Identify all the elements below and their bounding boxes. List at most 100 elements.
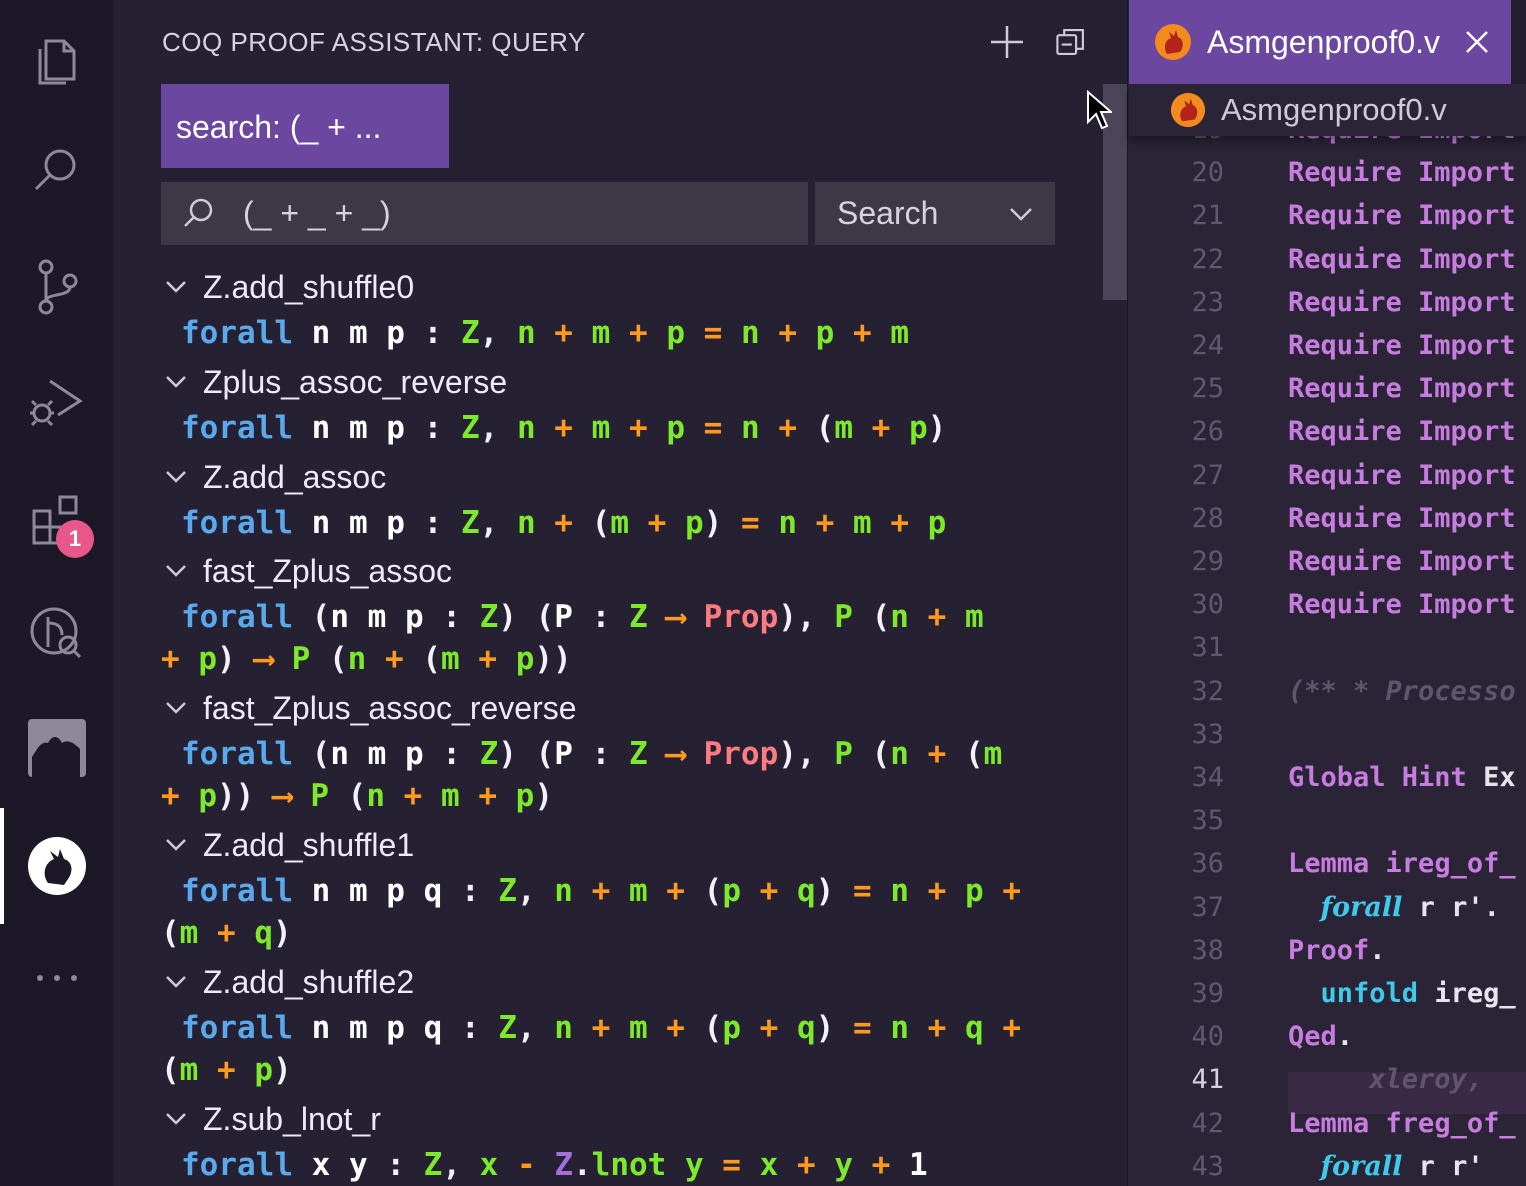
type-token: lnot [591, 1147, 667, 1183]
result-name: Z.add_shuffle1 [203, 826, 415, 863]
breadcrumb[interactable]: Asmgenproof0.v [1129, 84, 1526, 136]
type-token: )) [534, 641, 572, 677]
type-token: + [740, 1010, 797, 1046]
type-token: x [479, 1147, 499, 1183]
ocaml-camel-icon[interactable] [0, 698, 113, 798]
plus-icon [991, 26, 1023, 58]
code-token: Require Import [1288, 200, 1516, 232]
result-header[interactable]: fast_Zplus_assoc_reverse [161, 683, 577, 733]
type-token: ( [703, 873, 723, 909]
code-token: . [1336, 1021, 1354, 1053]
timeline-icon[interactable] [0, 582, 113, 682]
result-type: forall n m p : Z, n + (m + p) = n + m + … [181, 502, 1081, 544]
type-token: n [516, 505, 536, 541]
type-token: m [628, 873, 648, 909]
result-type: + p) ⟶ P (n + (m + p)) [161, 638, 1061, 680]
type-token: Z [554, 1147, 573, 1183]
type-token: ), [778, 736, 835, 772]
code-line: unfold ireg_ [1288, 978, 1516, 1009]
type-token: = [834, 1010, 891, 1046]
type-token: ⟶ [254, 778, 311, 814]
result-header[interactable]: Z.add_assoc [161, 452, 386, 502]
type-token: P [834, 599, 872, 635]
collapse-all-button[interactable] [1051, 22, 1091, 62]
coq-file-icon [1170, 92, 1206, 128]
type-token: m [890, 315, 909, 351]
type-token: )) [217, 778, 255, 814]
type-token: m [441, 641, 460, 677]
type-token: + [834, 315, 891, 351]
panel-title: COQ PROOF ASSISTANT: QUERY [162, 27, 586, 57]
extensions-icon[interactable] [0, 468, 113, 568]
chevron-down-icon [166, 471, 186, 483]
type-token: n [366, 778, 385, 814]
code-token: r r'. [1402, 891, 1500, 923]
query-tab[interactable]: search: (_ + ... [161, 84, 449, 168]
type-token: + [572, 873, 629, 909]
code-line: xleroy, [1288, 1064, 1499, 1095]
result-header[interactable]: Z.add_shuffle1 [161, 820, 414, 870]
type-token: n [890, 736, 909, 772]
type-token: Z [460, 410, 480, 446]
code-line: forall r r'. [1288, 892, 1500, 923]
close-icon[interactable] [1463, 28, 1491, 56]
line-number: 30 [1191, 589, 1224, 621]
code-token: Lemma [1288, 1107, 1386, 1139]
line-number: 43 [1191, 1150, 1224, 1182]
code-area[interactable]: 19Require Import20Require Import21Requir… [1128, 122, 1526, 1186]
source-control-icon[interactable] [0, 236, 113, 336]
type-token: ) ( [498, 736, 555, 772]
add-query-button[interactable] [987, 22, 1027, 62]
result-header[interactable]: Zplus_assoc_reverse [161, 357, 507, 407]
editor-tab[interactable]: Asmgenproof0.v [1129, 0, 1511, 84]
more-icon[interactable] [0, 928, 113, 1028]
type-token: p [666, 410, 685, 446]
code-token: Require Import [1288, 416, 1516, 448]
run-and-debug-icon[interactable] [0, 350, 113, 450]
line-number: 26 [1191, 416, 1224, 448]
line-number: 39 [1191, 978, 1224, 1009]
explorer-icon[interactable] [0, 8, 113, 108]
search-icon[interactable] [0, 120, 113, 220]
search-mode-select[interactable]: Search [815, 182, 1055, 245]
result-type: + p)) ⟶ P (n + m + p) [161, 775, 1061, 817]
type-token: ) [703, 505, 723, 541]
type-token: y [666, 1147, 704, 1183]
type-token: + [161, 641, 199, 677]
type-token: : [442, 599, 480, 635]
line-number: 41 [1191, 1064, 1224, 1096]
type-token: p [254, 1052, 274, 1088]
type-token: + [759, 315, 816, 351]
type-token: + [983, 873, 1021, 909]
result-header[interactable]: Z.add_shuffle0 [161, 262, 414, 312]
result-header[interactable]: Z.sub_lnot_r [161, 1094, 381, 1144]
type-token: x y [292, 1147, 387, 1183]
result-type: forall n m p : Z, n + m + p = n + p + m [181, 312, 1081, 354]
code-line: Require Import [1288, 200, 1516, 231]
type-token: n [778, 505, 797, 541]
type-token: n [554, 1010, 573, 1046]
type-token: n m p [330, 736, 443, 772]
type-token: P [554, 736, 592, 772]
type-token: ( [871, 736, 891, 772]
type-token: p [515, 641, 535, 677]
result-type: (m + p) [161, 1049, 1061, 1091]
code-token: Require Import [1288, 589, 1516, 621]
type-token: = [684, 315, 741, 351]
type-token: ) [534, 778, 554, 814]
type-token: m [591, 315, 611, 351]
type-token: forall [181, 410, 293, 446]
code-token: Require Import [1288, 459, 1516, 491]
result-header[interactable]: Z.add_shuffle2 [161, 957, 414, 1007]
search-input[interactable] [243, 195, 763, 232]
coq-rooster-icon[interactable] [0, 816, 113, 916]
code-token: forall [1320, 891, 1403, 923]
code-token: Ex [1483, 762, 1516, 793]
line-number: 34 [1191, 762, 1224, 793]
code-line: Require Import [1288, 244, 1516, 275]
result-header[interactable]: fast_Zplus_assoc [161, 546, 452, 596]
code-line: Require Import [1288, 330, 1516, 361]
coq-file-icon [1155, 24, 1191, 60]
